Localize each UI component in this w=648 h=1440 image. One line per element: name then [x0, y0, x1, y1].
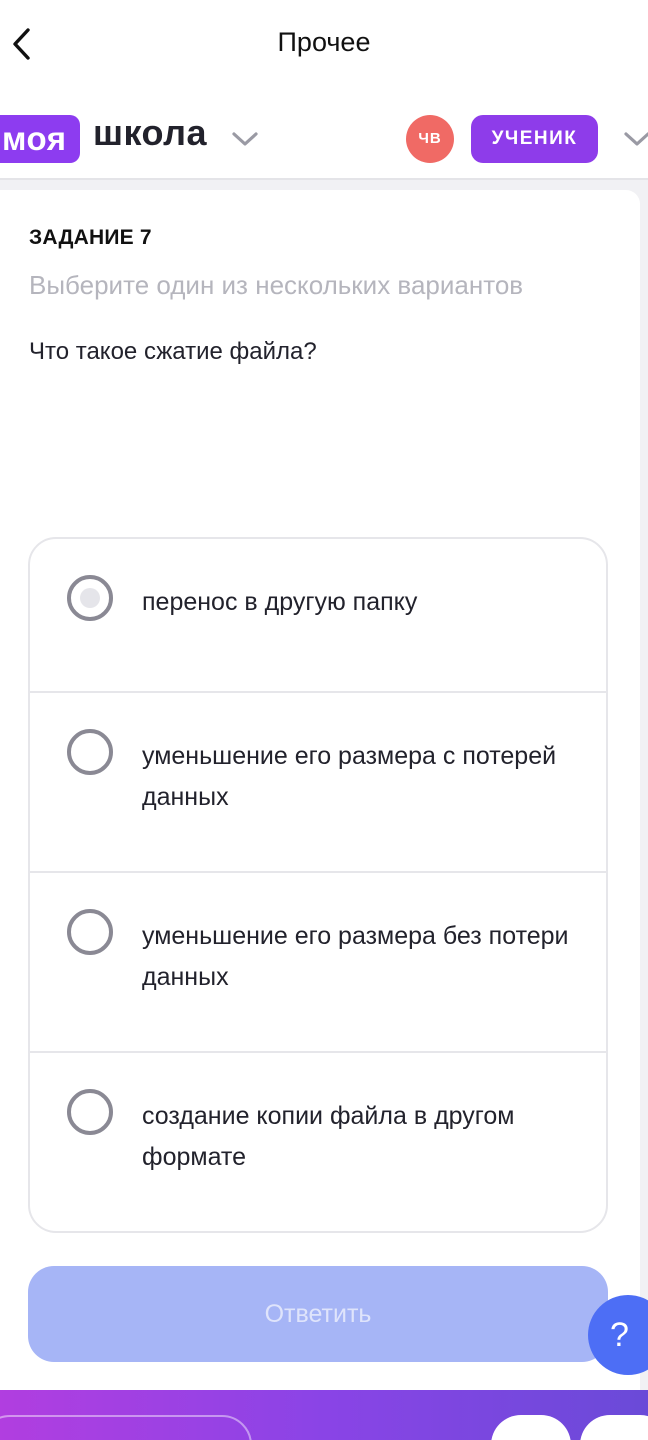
page-title: Прочее [277, 27, 371, 57]
bottom-nav-pill[interactable] [0, 1415, 252, 1440]
bottom-action-button[interactable] [491, 1415, 571, 1440]
task-hint: Выберите один из нескольких вариантов [29, 270, 524, 300]
task-card: ЗАДАНИЕ 7 Выберите один из нескольких ва… [0, 190, 640, 1440]
answer-option[interactable]: уменьшение его размера без потери данных [30, 871, 606, 1051]
answer-option[interactable]: создание копии файла в другом формате [30, 1051, 606, 1231]
answer-options: перенос в другую папку уменьшение его ра… [28, 537, 608, 1233]
role-dropdown-chevron-down-icon[interactable] [620, 128, 648, 150]
question-text: Что такое сжатие файла? [29, 338, 317, 365]
school-dropdown-chevron-down-icon[interactable] [228, 128, 262, 150]
task-number: ЗАДАНИЕ 7 [29, 226, 152, 249]
answer-option-label: уменьшение его размера без потери данных [142, 922, 569, 991]
page: Прочее моя школа ЧВ УЧЕНИК ЗАДАНИЕ 7 Выб… [0, 0, 648, 1440]
answer-option[interactable]: уменьшение его размера с потерей данных [30, 691, 606, 871]
submit-answer-button[interactable]: Ответить [28, 1266, 608, 1362]
radio-button[interactable] [67, 729, 113, 775]
logo-moya: моя [0, 115, 81, 163]
answer-option-label: перенос в другую папку [142, 588, 418, 616]
radio-button[interactable] [67, 909, 113, 955]
logo-shkola: школа [93, 112, 208, 153]
answer-option-label: уменьшение его размера с потерей данных [142, 742, 557, 811]
role-badge[interactable]: УЧЕНИК [471, 115, 598, 163]
top-navigation-bar: Прочее [0, 0, 648, 92]
avatar[interactable]: ЧВ [406, 115, 454, 163]
radio-button[interactable] [67, 1089, 113, 1135]
bottom-action-button[interactable] [580, 1415, 648, 1440]
bottom-bar [0, 1390, 648, 1440]
answer-option[interactable]: перенос в другую папку [30, 539, 606, 691]
answer-option-label: создание копии файла в другом формате [142, 1102, 515, 1171]
radio-button[interactable] [67, 575, 113, 621]
brand-bar: моя школа ЧВ УЧЕНИК [0, 92, 648, 180]
